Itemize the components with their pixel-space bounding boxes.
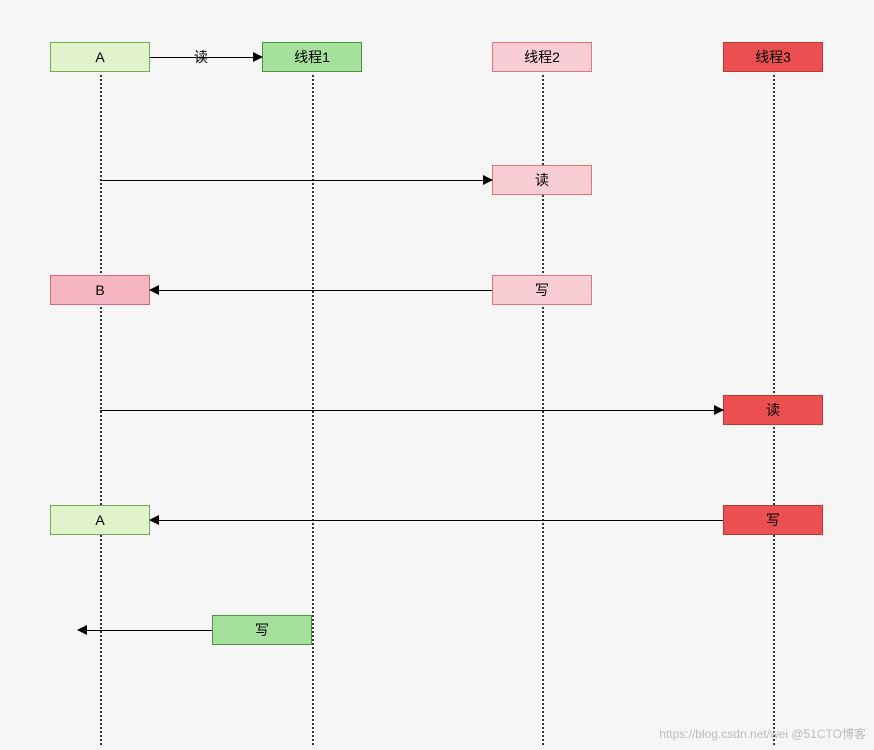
box-a-initial: A	[50, 42, 150, 72]
arrow-a-to-t3-read	[100, 410, 723, 411]
box-t1-write: 写	[212, 615, 312, 645]
box-label: 读	[766, 400, 780, 420]
arrow-t3-to-a	[150, 520, 723, 521]
box-thread3: 线程3	[723, 42, 823, 72]
box-label: 写	[255, 620, 269, 640]
label-read-t1: 读	[194, 47, 208, 67]
box-a-state2: A	[50, 505, 150, 535]
arrow-t2-to-b	[150, 290, 492, 291]
box-b-state: B	[50, 275, 150, 305]
box-label: A	[95, 49, 104, 65]
box-thread2: 线程2	[492, 42, 592, 72]
box-label: 线程3	[755, 47, 791, 67]
box-label: A	[95, 512, 104, 528]
box-label: 线程2	[524, 47, 560, 67]
watermark-text: https://blog.csdn.net/wei @51CTO博客	[659, 725, 866, 742]
box-t2-write: 写	[492, 275, 592, 305]
box-t2-read: 读	[492, 165, 592, 195]
box-label: 线程1	[294, 47, 330, 67]
arrow-a-to-t2-read	[100, 180, 492, 181]
box-label: 写	[535, 280, 549, 300]
box-label: 写	[766, 510, 780, 530]
arrow-t1-to-a	[78, 630, 212, 631]
box-thread1: 线程1	[262, 42, 362, 72]
box-label: 读	[535, 170, 549, 190]
box-t3-read: 读	[723, 395, 823, 425]
box-label: B	[95, 282, 104, 298]
box-t3-write: 写	[723, 505, 823, 535]
